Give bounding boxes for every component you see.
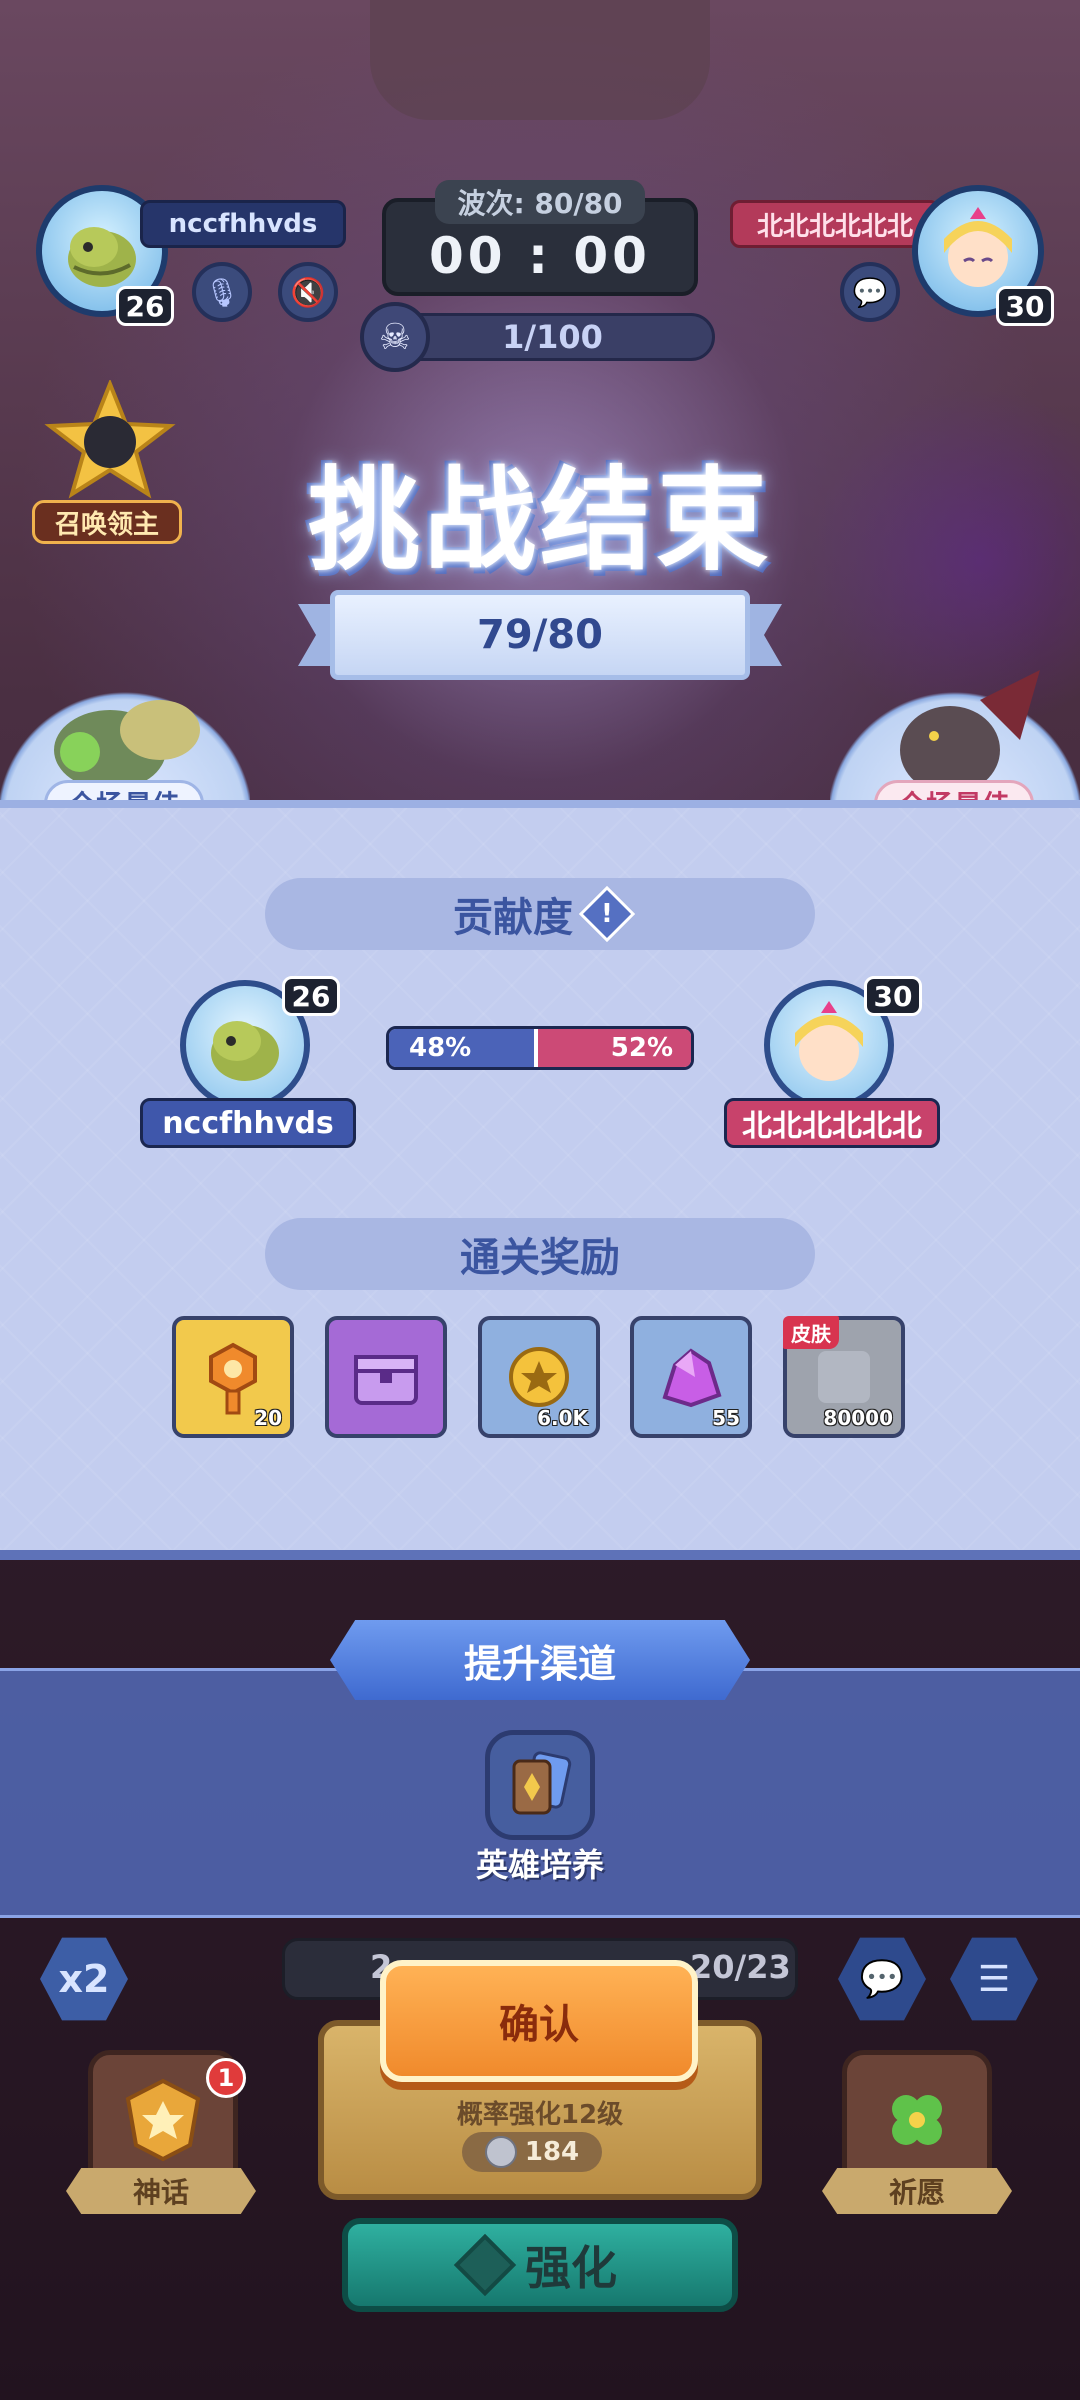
contribution-right-fill: 52% — [533, 1029, 691, 1067]
result-title: 挑战结束 — [308, 456, 772, 586]
resource-right-value: 20/23 — [690, 1948, 791, 1986]
upgrade-channel-title: 提升渠道 — [330, 1620, 750, 1700]
microphone-muted-icon[interactable]: 🎙 — [192, 262, 252, 322]
contribution-left-fill: 48% — [389, 1029, 534, 1067]
hero-training-label[interactable]: 英雄培养 — [440, 1840, 640, 1886]
hero-cards-icon — [512, 1751, 572, 1815]
chat-icon: 💬 — [859, 1959, 905, 2000]
contribution-right-percent: 52% — [610, 1033, 673, 1063]
wish-label[interactable]: 祈愿 — [822, 2168, 1012, 2214]
upgrade-cost-value: 184 — [524, 2137, 580, 2167]
contribution-title: 贡献度 — [453, 895, 573, 941]
reward-chest[interactable] — [325, 1316, 447, 1438]
skull-icon: ☠ — [360, 302, 430, 372]
strengthen-button[interactable]: 强化 — [342, 2218, 738, 2312]
match-timer: 00 : 00 — [429, 227, 651, 285]
crystal-icon — [662, 1348, 722, 1408]
confirm-button[interactable]: 确认 — [380, 1960, 698, 2082]
skin-icon — [818, 1351, 870, 1403]
silver-coin-icon — [484, 2136, 517, 2168]
myth-crest-icon — [125, 2078, 201, 2162]
background-stone-arch — [370, 0, 710, 120]
upgrade-description: 概率强化12级 — [456, 2100, 624, 2130]
contribution-left-percent: 48% — [409, 1033, 472, 1063]
menu-icon: ☰ — [977, 1958, 1011, 2000]
skin-tag: 皮肤 — [783, 1316, 839, 1349]
opponent-name: 北北北北北北 — [730, 200, 940, 248]
strengthen-label: 强化 — [525, 2241, 617, 2295]
player-name: nccfhhvds — [140, 200, 346, 248]
princess-hero-icon — [795, 1001, 863, 1081]
level-badge: 26 — [116, 286, 174, 326]
kill-progress: 1/100 — [390, 313, 715, 361]
reward-count: 55 — [712, 1406, 740, 1430]
level-badge: 30 — [864, 976, 922, 1016]
upgrade-cost: 184 — [462, 2132, 602, 2172]
reward-gold[interactable]: 6.0K — [478, 1316, 600, 1438]
lizard-hero-icon — [68, 227, 136, 287]
reward-crystal[interactable]: 55 — [630, 1316, 752, 1438]
wave-counter: 波次: 80/80 — [435, 180, 645, 224]
upgrade-icon — [453, 2233, 517, 2297]
treasure-chest-icon — [354, 1355, 418, 1405]
clover-icon — [892, 2095, 942, 2145]
lizard-hero-icon — [211, 1021, 279, 1081]
score-ribbon: 79/80 — [330, 590, 750, 680]
rewards-header: 通关奖励 — [265, 1218, 815, 1290]
reward-key[interactable]: 20 — [172, 1316, 294, 1438]
myth-notification-badge: 1 — [206, 2058, 246, 2098]
chat-icon[interactable]: 💬 — [840, 262, 900, 322]
reward-count: 6.0K — [537, 1406, 588, 1430]
rewards-title: 通关奖励 — [460, 1235, 620, 1281]
gold-coin-icon — [509, 1347, 569, 1407]
princess-hero-icon — [944, 207, 1012, 287]
contribution-ratio-bar: 48% 52% — [386, 1026, 694, 1070]
key-icon — [209, 1342, 257, 1415]
level-badge: 26 — [282, 976, 340, 1016]
speaker-muted-icon[interactable]: 🔇 — [278, 262, 338, 322]
reward-count: 20 — [254, 1406, 282, 1430]
reward-skin[interactable]: 皮肤 80000 — [783, 1316, 905, 1438]
reward-count: 80000 — [823, 1406, 893, 1430]
contribution-header: 贡献度 ! — [265, 878, 815, 950]
contribution-right-name: 北北北北北北 — [724, 1098, 940, 1148]
level-badge: 30 — [996, 286, 1054, 326]
info-icon[interactable]: ! — [578, 885, 636, 943]
contribution-left-name: nccfhhvds — [140, 1098, 356, 1148]
myth-label[interactable]: 神话 — [66, 2168, 256, 2214]
hero-training-button[interactable] — [485, 1730, 595, 1840]
